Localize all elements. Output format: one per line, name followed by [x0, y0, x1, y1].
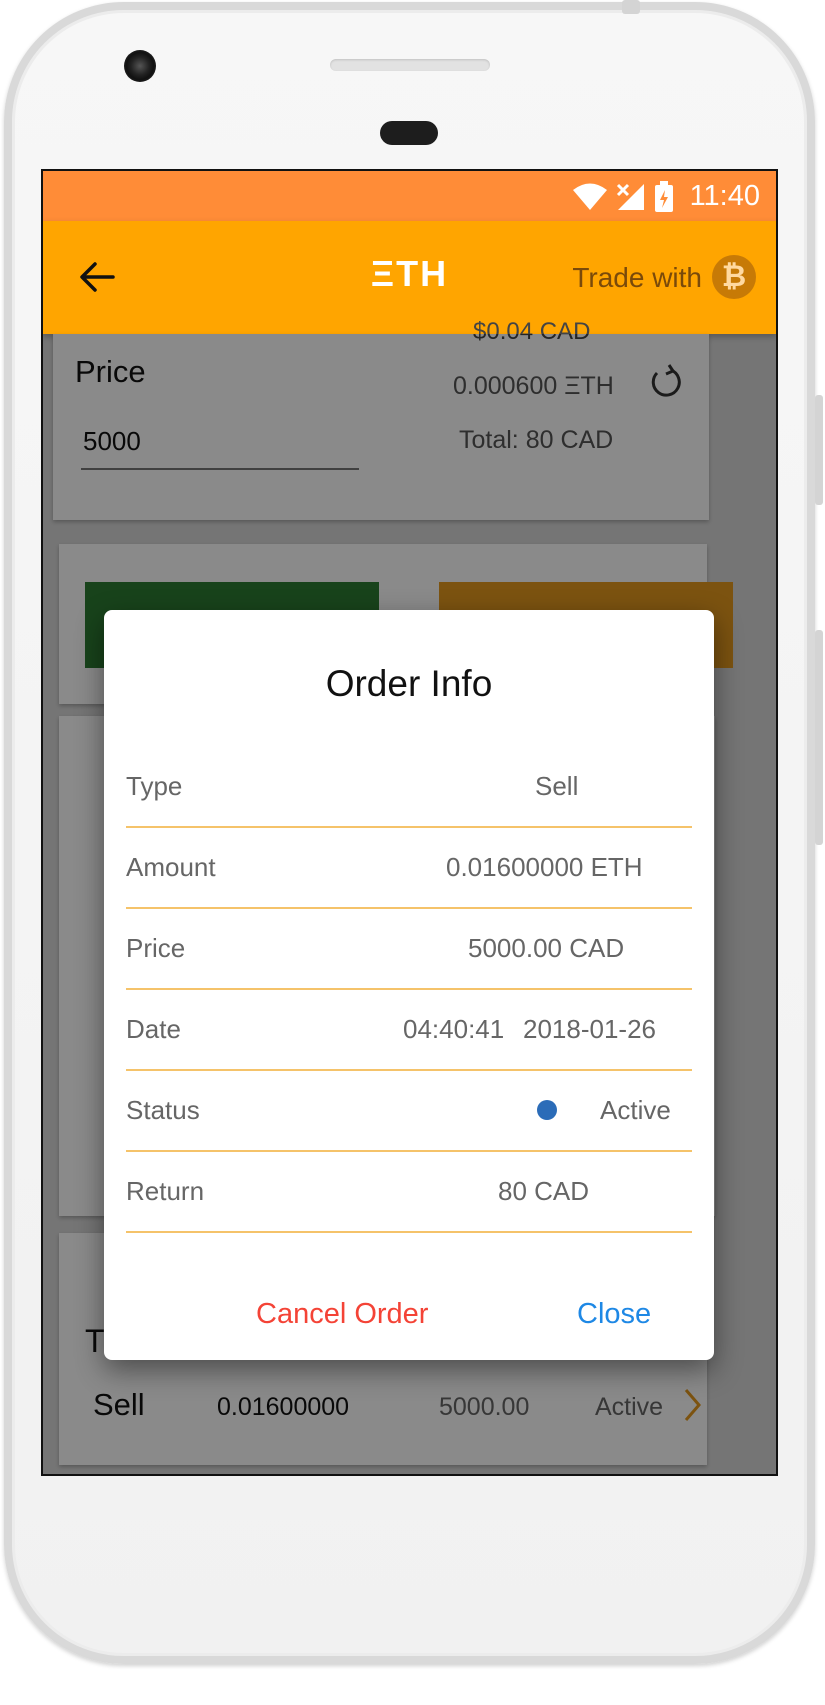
status-bar: 11:40 — [43, 171, 776, 221]
battery-icon — [655, 181, 673, 212]
close-button[interactable]: Close — [577, 1298, 651, 1331]
app-bar: ΞTH Trade with ₿ — [43, 221, 776, 334]
bitcoin-icon[interactable]: ₿ — [712, 255, 756, 299]
row-value: Sell — [535, 771, 579, 801]
info-row-return: Return 80 CAD — [126, 1152, 692, 1233]
proximity-sensor — [380, 121, 438, 145]
row-value: 80 CAD — [498, 1176, 590, 1206]
row-label: Date — [126, 1014, 181, 1044]
row-label: Return — [126, 1176, 205, 1206]
info-row-status: Status Active — [126, 1071, 692, 1152]
cancel-order-button[interactable]: Cancel Order — [256, 1298, 428, 1331]
order-info-dialog: Order Info Type Sell Amount 0.01600000 E… — [104, 610, 714, 1360]
info-row-date: Date 04:40:41 2018-01-26 — [126, 990, 692, 1071]
row-value: Active — [600, 1095, 671, 1125]
row-value: 5000.00 CAD — [468, 933, 625, 963]
row-label: Amount — [126, 852, 216, 882]
row-time: 04:40:41 — [403, 1014, 505, 1044]
status-dot-icon — [537, 1100, 557, 1120]
row-date: 2018-01-26 — [523, 1014, 656, 1044]
dialog-title: Order Info — [325, 663, 493, 704]
info-row-type: Type Sell — [126, 747, 692, 828]
row-label: Type — [126, 771, 183, 801]
info-row-amount: Amount 0.01600000 ETH — [126, 828, 692, 909]
row-value: 0.01600000 ETH — [446, 852, 643, 882]
power-button — [815, 630, 823, 845]
signal-icon — [616, 183, 644, 210]
wifi-icon — [573, 183, 607, 210]
volume-button — [815, 395, 823, 505]
info-row-price: Price 5000.00 CAD — [126, 909, 692, 990]
trade-with-label[interactable]: Trade with — [572, 262, 702, 294]
earpiece-speaker — [330, 59, 490, 71]
status-time: 11:40 — [689, 180, 760, 212]
row-label: Price — [126, 933, 186, 963]
row-label: Status — [126, 1095, 200, 1125]
front-camera — [124, 50, 156, 82]
phone-top-button — [622, 0, 640, 14]
